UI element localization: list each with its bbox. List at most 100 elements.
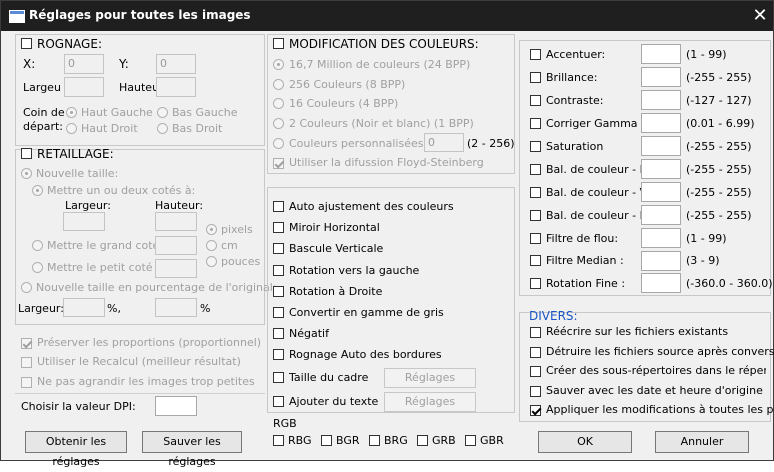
radio-unit-pixels[interactable]: [206, 224, 217, 235]
adj-checkbox-10[interactable]: [530, 278, 541, 289]
crop-label: ROGNAGE:: [37, 37, 102, 51]
misc-checkbox-4[interactable]: [530, 405, 541, 416]
resize-checkbox[interactable]: [21, 148, 32, 159]
adj-checkbox-6[interactable]: [530, 187, 541, 198]
save-settings-button[interactable]: Sauver les réglages: [142, 431, 242, 468]
op-checkbox-0[interactable]: [273, 201, 284, 212]
op-checkbox-3[interactable]: [273, 265, 284, 276]
adj-field-blur[interactable]: [641, 228, 681, 248]
adj-checkbox-0[interactable]: [530, 49, 541, 60]
no-enlarge-checkbox[interactable]: [21, 377, 32, 388]
radio-1bpp[interactable]: [273, 118, 284, 129]
radio-short-side[interactable]: [32, 262, 43, 273]
adj-checkbox-2[interactable]: [530, 95, 541, 106]
op-checkbox-8[interactable]: [273, 372, 284, 383]
adj-checkbox-7[interactable]: [530, 210, 541, 221]
radio-bottom-right[interactable]: [157, 123, 168, 134]
crop-checkbox[interactable]: [21, 38, 32, 49]
adj-field-brightness[interactable]: [641, 67, 681, 87]
radio-top-right[interactable]: [66, 123, 77, 134]
frame-settings-button[interactable]: Réglages: [384, 368, 476, 388]
unit-cm-label: cm: [221, 239, 238, 252]
adj-label-median: Filtre Median :: [546, 254, 624, 267]
misc-checkbox-1[interactable]: [530, 347, 541, 358]
radio-8bpp[interactable]: [273, 79, 284, 90]
crop-height-field[interactable]: [156, 77, 196, 97]
adj-field-contrast[interactable]: [641, 90, 681, 110]
adj-field-saturation[interactable]: [641, 136, 681, 156]
percent-height-field[interactable]: [155, 298, 197, 317]
op-checkbox-7[interactable]: [273, 349, 284, 360]
adj-checkbox-1[interactable]: [530, 72, 541, 83]
resize-label: RETAILLAGE:: [37, 147, 114, 161]
percent-width-field[interactable]: [63, 298, 105, 317]
percent-sign-1: %,: [107, 302, 121, 315]
crop-width-field[interactable]: [64, 77, 104, 97]
op-checkbox-1[interactable]: [273, 222, 284, 233]
adj-field-gamma[interactable]: [641, 113, 681, 133]
resize-width-field[interactable]: [63, 212, 105, 231]
radio-percent[interactable]: [21, 282, 32, 293]
ok-button[interactable]: OK: [538, 431, 632, 453]
color-checkbox[interactable]: [273, 38, 284, 49]
adj-field-balance-v[interactable]: [641, 182, 681, 202]
crop-x-field[interactable]: 0: [64, 54, 104, 74]
long-side-field[interactable]: [155, 236, 197, 255]
radio-unit-inches[interactable]: [206, 256, 217, 267]
rgb-checkbox-grb[interactable]: [417, 435, 428, 446]
rgb-label: RGB: [273, 417, 297, 430]
radio-24bpp[interactable]: [273, 59, 284, 70]
radio-top-left[interactable]: [66, 107, 77, 118]
rgb-checkbox-brg[interactable]: [369, 435, 380, 446]
adj-range-contrast: (-127 - 127): [686, 94, 752, 107]
rgb-opt-brg: BRG: [384, 434, 408, 447]
op-grayscale: Convertir en gamme de gris: [289, 306, 444, 319]
radio-4bpp[interactable]: [273, 98, 284, 109]
cancel-button[interactable]: Annuler: [655, 431, 749, 453]
custom-colors-field[interactable]: 0: [424, 133, 464, 152]
radio-one-or-two[interactable]: [32, 185, 43, 196]
op-checkbox-2[interactable]: [273, 243, 284, 254]
dpi-field[interactable]: [155, 396, 197, 416]
load-settings-button[interactable]: Obtenir les réglages: [25, 431, 127, 468]
adj-field-median[interactable]: [641, 251, 681, 271]
custom-colors-range: (2 - 256): [467, 137, 515, 150]
radio-long-side[interactable]: [32, 240, 43, 251]
misc-checkbox-3[interactable]: [530, 386, 541, 397]
crop-y-field[interactable]: 0: [156, 54, 196, 74]
adj-field-fine-rotation[interactable]: [641, 273, 681, 293]
preserve-checkbox[interactable]: [21, 338, 32, 349]
misc-checkbox-2[interactable]: [530, 366, 541, 377]
dither-checkbox[interactable]: [273, 158, 284, 169]
radio-unit-cm[interactable]: [206, 240, 217, 251]
adj-checkbox-3[interactable]: [530, 118, 541, 129]
adj-field-balance-b[interactable]: [641, 205, 681, 225]
resize-height-field[interactable]: [155, 212, 197, 231]
rgb-checkbox-bgr[interactable]: [321, 435, 332, 446]
adj-checkbox-8[interactable]: [530, 233, 541, 244]
op-checkbox-4[interactable]: [273, 286, 284, 297]
close-icon[interactable]: ✕: [749, 5, 771, 27]
adj-checkbox-5[interactable]: [530, 164, 541, 175]
rgb-opt-rbg: RBG: [288, 434, 312, 447]
adj-checkbox-9[interactable]: [530, 255, 541, 266]
op-checkbox-6[interactable]: [273, 328, 284, 339]
radio-bottom-left[interactable]: [157, 107, 168, 118]
short-side-field[interactable]: [155, 259, 197, 278]
adj-field-balance-r[interactable]: [641, 159, 681, 179]
rgb-checkbox-gbr[interactable]: [465, 435, 476, 446]
rgb-checkbox-rbg[interactable]: [273, 435, 284, 446]
op-checkbox-9[interactable]: [273, 396, 284, 407]
short-side-label: Mettre le petit coté à:: [47, 261, 167, 274]
adj-checkbox-4[interactable]: [530, 141, 541, 152]
adj-range-brightness: (-255 - 255): [686, 71, 752, 84]
window-icon: [9, 10, 25, 23]
adj-field-sharpen[interactable]: [641, 44, 681, 64]
radio-custom-colors[interactable]: [273, 138, 284, 149]
resample-checkbox[interactable]: [21, 357, 32, 368]
op-checkbox-5[interactable]: [273, 307, 284, 318]
radio-new-size[interactable]: [21, 168, 32, 179]
misc-checkbox-0[interactable]: [530, 327, 541, 338]
unit-pixels-label: pixels: [221, 223, 253, 236]
text-settings-button[interactable]: Réglages: [384, 392, 476, 412]
